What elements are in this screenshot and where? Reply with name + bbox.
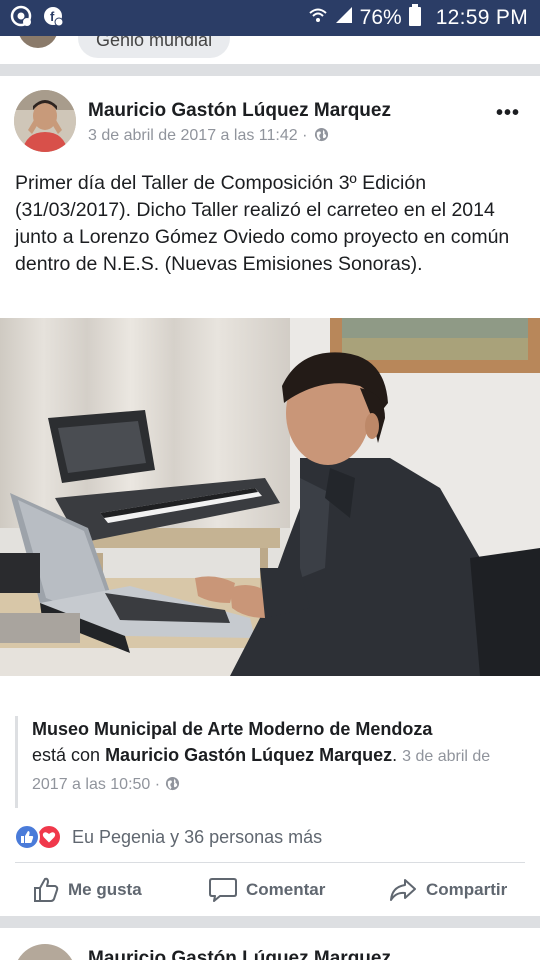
tagged-person-link[interactable]: Mauricio Gastón Lúquez Marquez — [105, 745, 392, 765]
share-button[interactable]: Compartir — [388, 876, 507, 904]
reactions-summary[interactable]: Eu Pegenia y 36 personas más — [14, 820, 526, 854]
battery-percent: 76% — [359, 6, 402, 29]
globe-icon — [314, 127, 329, 147]
facebook-notification-icon: f — [42, 5, 64, 32]
messenger-notification-icon — [10, 5, 32, 32]
with-text: está con — [32, 745, 101, 765]
like-reaction-icon — [14, 824, 40, 850]
author-name[interactable]: Mauricio Gastón Lúquez Marquez — [88, 948, 391, 960]
comment-chip[interactable]: Genio mundial — [78, 36, 231, 58]
post-header: Mauricio Gastón Lúquez Marquez 3 de abri… — [0, 88, 540, 160]
actions-separator — [15, 862, 525, 863]
clock: 12:59 PM — [435, 6, 528, 29]
author-avatar[interactable] — [14, 944, 76, 960]
share-icon — [388, 876, 418, 904]
like-label: Me gusta — [68, 880, 142, 899]
signal-icon — [334, 5, 354, 31]
share-label: Compartir — [426, 880, 508, 899]
comment-button[interactable]: Comentar — [208, 876, 325, 904]
like-button[interactable]: Me gusta — [32, 876, 142, 904]
globe-icon — [165, 772, 180, 798]
post-timestamp[interactable]: 3 de abril de 2017 a las 11:42 · — [88, 127, 329, 147]
wifi-icon — [308, 5, 328, 31]
timestamp-text[interactable]: 3 de abril de 2017 a las 11:42 · — [88, 127, 307, 144]
post-actions: Me gusta Comentar Compartir — [0, 868, 540, 912]
page-name-link[interactable]: Museo Municipal de Arte Moderno de Mendo… — [32, 719, 432, 739]
reactions-text[interactable]: Eu Pegenia y 36 personas más — [72, 827, 322, 848]
thumbs-up-icon — [32, 876, 60, 904]
status-bar: f 76% 12:59 PM — [0, 0, 540, 36]
author-avatar[interactable] — [14, 90, 76, 152]
next-post-remnant: Mauricio Gastón Lúquez Marquez — [0, 928, 540, 960]
shared-activity: Museo Municipal de Arte Moderno de Mendo… — [15, 716, 527, 808]
battery-icon — [408, 4, 422, 32]
period: . — [392, 745, 398, 765]
reaction-icons — [14, 824, 68, 850]
post-photo[interactable] — [0, 318, 540, 676]
comment-icon — [208, 876, 238, 904]
feed-divider — [0, 916, 540, 928]
previous-post-remnant: Genio mundial — [0, 36, 540, 64]
more-options-button[interactable]: ••• — [496, 102, 520, 125]
post-text: Primer día del Taller de Composición 3º … — [15, 172, 510, 275]
feed-divider — [0, 64, 540, 76]
avatar — [18, 36, 58, 48]
author-name[interactable]: Mauricio Gastón Lúquez Marquez — [88, 100, 391, 122]
svg-text:f: f — [50, 9, 55, 24]
comment-label: Comentar — [246, 880, 326, 899]
shared-text: Museo Municipal de Arte Moderno de Mendo… — [32, 716, 527, 798]
